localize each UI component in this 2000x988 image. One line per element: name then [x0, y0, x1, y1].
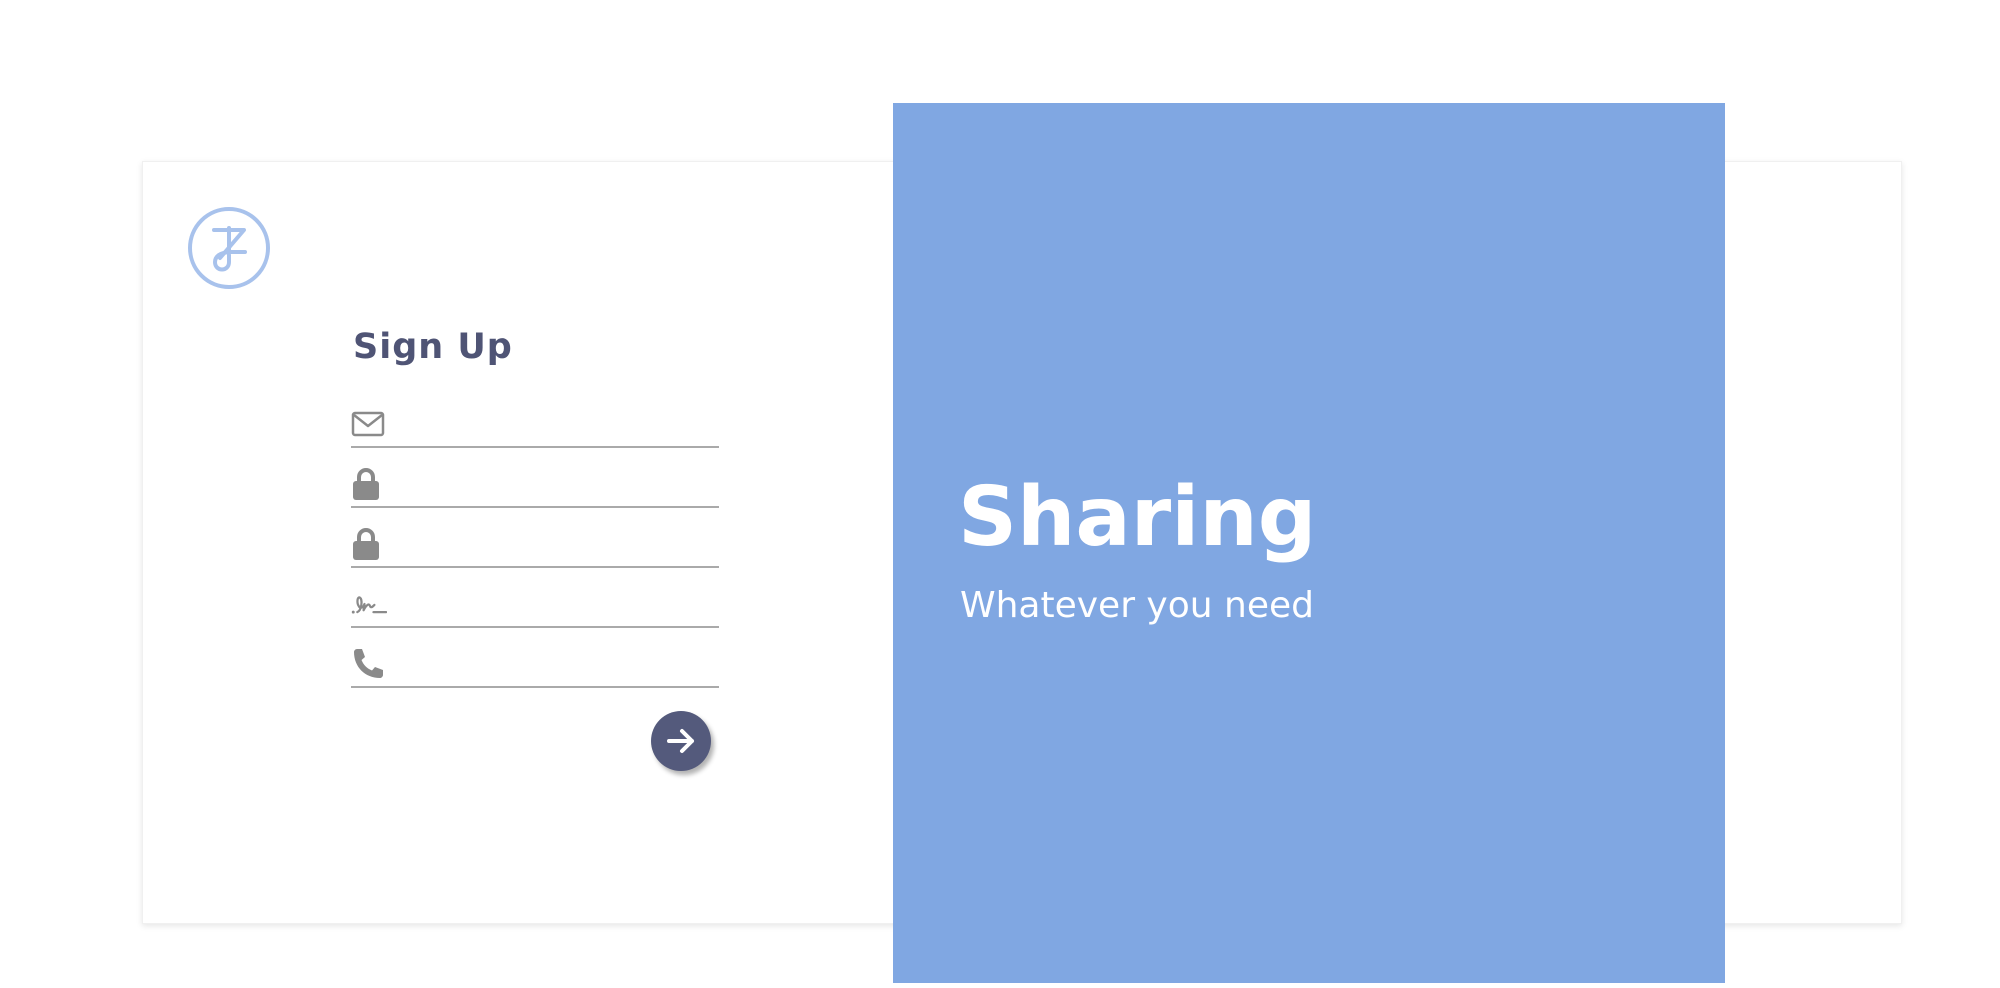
password-field[interactable]: [351, 462, 719, 508]
password-input[interactable]: [387, 464, 719, 504]
submit-button[interactable]: [651, 711, 711, 771]
logo-icon: [187, 206, 271, 290]
phone-input[interactable]: [387, 644, 719, 684]
envelope-icon: [351, 407, 387, 441]
phone-field[interactable]: [351, 642, 719, 688]
lock-icon: [351, 527, 387, 561]
confirm-password-input[interactable]: [387, 524, 719, 564]
hero-title: Sharing: [958, 470, 1317, 565]
phone-icon: [351, 647, 387, 681]
name-field[interactable]: [351, 582, 719, 628]
hero-subtitle: Whatever you need: [960, 585, 1314, 626]
lock-icon: [351, 467, 387, 501]
email-field[interactable]: [351, 402, 719, 448]
signature-icon: [351, 587, 387, 621]
hero-panel: Sharing Whatever you need: [893, 103, 1725, 983]
signup-title: Sign Up: [353, 327, 513, 367]
email-input[interactable]: [387, 404, 719, 444]
confirm-password-field[interactable]: [351, 522, 719, 568]
name-input[interactable]: [387, 584, 719, 624]
arrow-right-icon: [664, 724, 698, 758]
